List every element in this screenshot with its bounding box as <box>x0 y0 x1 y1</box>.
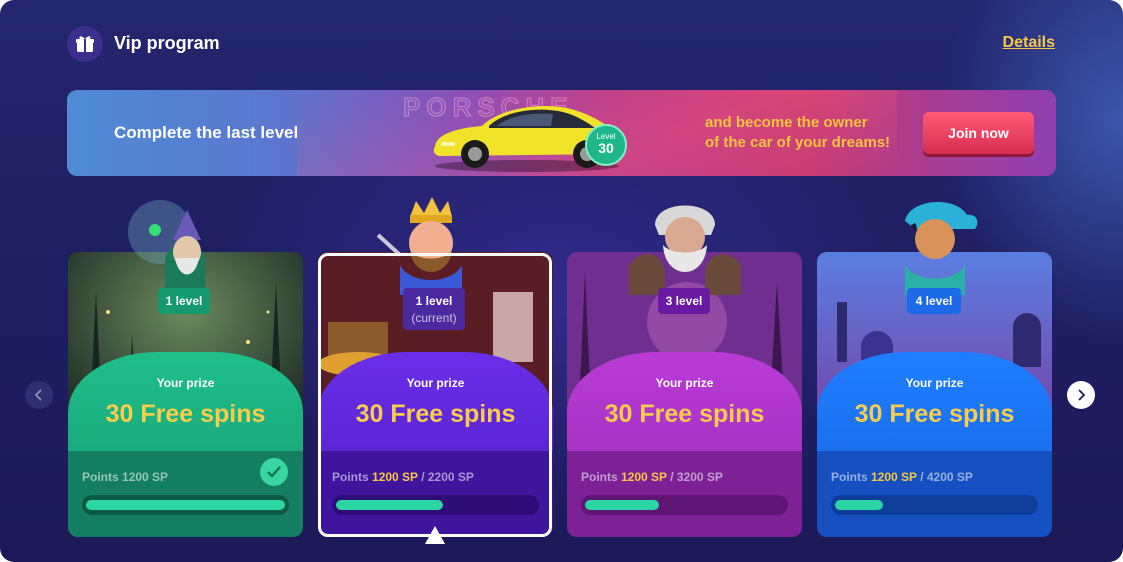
prize-label: Your prize <box>905 376 964 390</box>
progress-fill <box>86 500 285 510</box>
prize-value: 30 Free spins <box>355 400 516 428</box>
progress-track <box>581 495 788 515</box>
current-pointer-icon <box>425 526 445 544</box>
banner-cta-text: and become the owner of the car of your … <box>705 114 891 151</box>
chevron-left-icon <box>34 389 42 401</box>
banner-headline: Complete the last level <box>114 123 299 142</box>
progress-fill <box>835 500 883 510</box>
next-arrow-button[interactable] <box>1067 381 1095 409</box>
level-30-badge: Level 30 <box>585 124 627 166</box>
progress-track <box>82 495 289 515</box>
prize-value: 30 Free spins <box>105 400 266 428</box>
prize-value: 30 Free spins <box>854 400 1015 428</box>
king-avatar <box>376 197 462 295</box>
prize-label: Your prize <box>156 376 215 390</box>
points-text: Points 1200 SP / 4200 SP <box>831 470 973 484</box>
check-icon <box>260 458 288 486</box>
prize-label: Your prize <box>406 376 465 390</box>
prize-value: 30 Free spins <box>604 400 765 428</box>
chevron-right-icon <box>1078 389 1086 401</box>
progress-fill <box>336 500 443 510</box>
wizard-avatar <box>128 200 205 300</box>
prev-arrow-button[interactable] <box>25 381 53 409</box>
points-text: Points 1200 SP <box>82 470 169 484</box>
points-panel <box>567 451 802 537</box>
progress-track <box>332 495 539 515</box>
viking-avatar <box>629 205 741 295</box>
join-now-button[interactable]: Join now <box>923 112 1034 154</box>
points-panel <box>817 451 1052 537</box>
details-link[interactable]: Details <box>1003 34 1055 52</box>
level-chip: 3 level <box>658 288 710 314</box>
page-title: Vip program <box>114 33 220 53</box>
level-chip-current: 1 level (current) <box>403 288 465 330</box>
level-chip: 1 level <box>158 288 210 314</box>
progress-track <box>831 495 1038 515</box>
vip-program-panel: Vip program Details Complete the last le… <box>0 0 1123 562</box>
gift-icon <box>67 26 103 62</box>
promo-banner: Complete the last level PORSCHE Level 30… <box>67 90 1056 176</box>
points-text: Points 1200 SP / 2200 SP <box>332 470 474 484</box>
genie-avatar <box>905 202 978 295</box>
points-text: Points 1200 SP / 3200 SP <box>581 470 723 484</box>
prize-label: Your prize <box>655 376 714 390</box>
level-chip: 4 level <box>907 288 961 314</box>
progress-fill <box>585 500 659 510</box>
